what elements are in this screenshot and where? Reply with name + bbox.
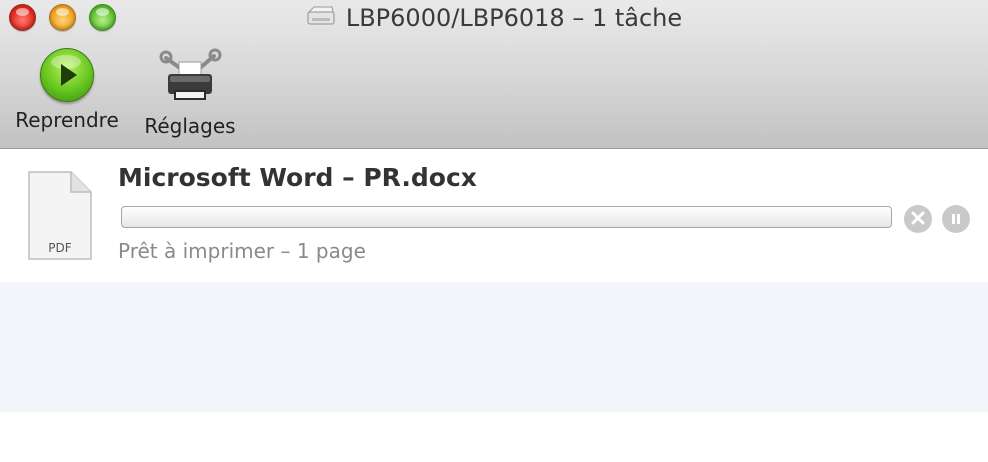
printer-icon [306,5,336,31]
cancel-icon [911,210,925,229]
print-queue-window: LBP6000/LBP6018 – 1 tâche Reprendre Régl… [0,0,988,412]
window-toolbar: LBP6000/LBP6018 – 1 tâche Reprendre Régl… [0,0,988,149]
job-progress-bar [121,206,892,228]
play-icon [40,48,94,102]
pause-job-button[interactable] [942,205,970,233]
printer-tools-icon [158,48,222,108]
cancel-job-button[interactable] [904,205,932,233]
resume-button[interactable]: Reprendre [5,48,129,132]
window-title: LBP6000/LBP6018 – 1 tâche [345,4,683,32]
job-list-empty-area [0,282,988,412]
resume-button-label: Reprendre [15,108,119,132]
settings-button-label: Réglages [144,114,236,138]
settings-button[interactable]: Réglages [134,48,246,138]
job-status: Prêt à imprimer – 1 page [118,239,366,263]
pdf-document-icon: PDF [27,171,93,261]
pause-icon [950,210,962,229]
job-name: Microsoft Word – PR.docx [118,163,477,192]
window-title-bar: LBP6000/LBP6018 – 1 tâche [0,3,988,33]
document-type-label: PDF [48,241,71,255]
print-job-row[interactable]: PDF Microsoft Word – PR.docx Prêt à impr… [0,149,988,282]
